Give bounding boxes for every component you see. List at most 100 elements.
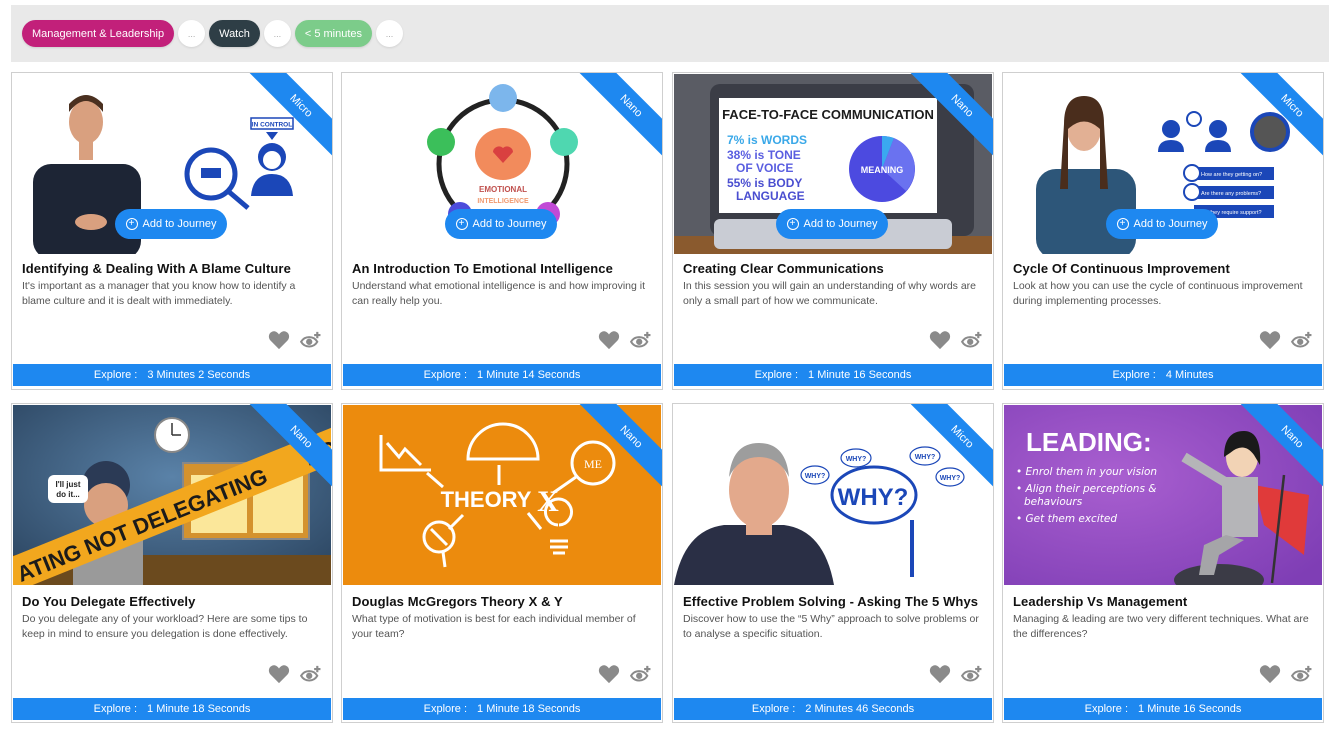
watch-later-eye-icon[interactable] xyxy=(630,665,652,683)
svg-text:WHY?: WHY? xyxy=(915,454,936,461)
svg-text:38% is TONE: 38% is TONE xyxy=(727,148,801,162)
explore-label: Explore : xyxy=(751,703,796,715)
svg-text:• Get them excited: • Get them excited xyxy=(1016,513,1117,525)
filter-more-button[interactable]: ... xyxy=(263,20,291,47)
filter-chip-duration[interactable]: < 5 minutes xyxy=(294,20,373,47)
heart-icon[interactable] xyxy=(598,330,620,350)
course-card[interactable]: LEADING: • Enrol them in your vision • Al… xyxy=(1002,403,1324,723)
watch-later-eye-icon[interactable] xyxy=(300,331,322,349)
add-to-journey-button[interactable]: + Add to Journey xyxy=(1106,209,1218,239)
course-duration: 1 Minute 14 Seconds xyxy=(477,369,581,381)
course-card[interactable]: IN CONTROL Micro + Add to Journey Identi… xyxy=(11,72,333,390)
filter-more-button[interactable]: ... xyxy=(376,20,404,47)
svg-text:behaviours: behaviours xyxy=(1024,496,1083,508)
add-to-journey-button[interactable]: + Add to Journey xyxy=(445,209,557,239)
card-actions xyxy=(598,664,652,684)
add-to-journey-label: Add to Journey xyxy=(142,218,217,230)
heart-icon[interactable] xyxy=(268,330,290,350)
add-to-journey-button[interactable]: + Add to Journey xyxy=(776,209,888,239)
explore-label: Explore : xyxy=(754,369,799,381)
heart-icon[interactable] xyxy=(929,664,951,684)
explore-label: Explore : xyxy=(423,369,468,381)
explore-label: Explore : xyxy=(93,369,138,381)
course-duration: 1 Minute 18 Seconds xyxy=(477,703,581,715)
svg-text:X: X xyxy=(537,485,559,518)
course-card[interactable]: WHY? WHY? WHY? WHY? WHY? Micro Effective… xyxy=(672,403,994,723)
plus-circle-icon: + xyxy=(455,218,468,230)
svg-text:WHY?: WHY? xyxy=(940,475,961,482)
card-actions xyxy=(1259,664,1313,684)
filter-more-button[interactable]: ... xyxy=(178,20,206,47)
course-card[interactable]: EMOTIONAL INTELLIGENCE Nano + Add to Jou… xyxy=(341,72,663,390)
plus-circle-icon: + xyxy=(125,218,138,230)
watch-later-eye-icon[interactable] xyxy=(1291,665,1313,683)
plus-circle-icon: + xyxy=(1116,218,1129,230)
course-duration: 1 Minute 16 Seconds xyxy=(1138,703,1242,715)
svg-text:INTELLIGENCE: INTELLIGENCE xyxy=(477,198,529,205)
svg-text:do it...: do it... xyxy=(56,490,80,499)
explore-button[interactable]: Explore : 1 Minute 18 Seconds xyxy=(343,698,661,720)
svg-text:FACE-TO-FACE COMMUNICATION: FACE-TO-FACE COMMUNICATION xyxy=(722,107,934,122)
svg-text:LEADING:: LEADING: xyxy=(1026,427,1152,457)
explore-button[interactable]: Explore : 2 Minutes 46 Seconds xyxy=(674,698,992,720)
svg-text:EMOTIONAL: EMOTIONAL xyxy=(479,185,527,194)
course-duration: 1 Minute 18 Seconds xyxy=(147,703,251,715)
course-title[interactable]: An Introduction To Emotional Intelligenc… xyxy=(352,261,613,276)
course-title[interactable]: Identifying & Dealing With A Blame Cultu… xyxy=(22,261,291,276)
course-title[interactable]: Effective Problem Solving - Asking The 5… xyxy=(683,594,978,609)
course-description: Managing & leading are two very differen… xyxy=(1013,613,1309,640)
explore-button[interactable]: Explore : 1 Minute 16 Seconds xyxy=(674,364,992,386)
course-description: In this session you will gain an underst… xyxy=(683,280,976,307)
svg-text:WHY?: WHY? xyxy=(838,484,909,511)
explore-label: Explore : xyxy=(423,703,468,715)
watch-later-eye-icon[interactable] xyxy=(630,331,652,349)
svg-text:• Align their perceptions &: • Align their perceptions & xyxy=(1016,483,1156,495)
course-title[interactable]: Cycle Of Continuous Improvement xyxy=(1013,261,1230,276)
heart-icon[interactable] xyxy=(929,330,951,350)
card-actions xyxy=(268,330,322,350)
heart-icon[interactable] xyxy=(1259,664,1281,684)
card-actions xyxy=(598,330,652,350)
heart-icon[interactable] xyxy=(268,664,290,684)
svg-text:Are there any problems?: Are there any problems? xyxy=(1201,191,1261,197)
course-title[interactable]: Do You Delegate Effectively xyxy=(22,594,195,609)
explore-button[interactable]: Explore : 1 Minute 18 Seconds xyxy=(13,698,331,720)
svg-text:IN CONTROL: IN CONTROL xyxy=(252,122,292,129)
course-description: Do you delegate any of your workload? He… xyxy=(22,613,308,640)
explore-button[interactable]: Explore : 4 Minutes xyxy=(1004,364,1322,386)
heart-icon[interactable] xyxy=(1259,330,1281,350)
explore-label: Explore : xyxy=(1112,369,1156,381)
course-description: It's important as a manager that you kno… xyxy=(22,280,296,307)
svg-text:WHY?: WHY? xyxy=(846,456,867,463)
course-title[interactable]: Douglas McGregors Theory X & Y xyxy=(352,594,563,609)
course-title[interactable]: Creating Clear Communications xyxy=(683,261,884,276)
svg-text:I'll just: I'll just xyxy=(55,480,80,489)
add-to-journey-label: Add to Journey xyxy=(1133,218,1208,230)
course-card[interactable]: How are they getting on? Are there any p… xyxy=(1002,72,1324,390)
watch-later-eye-icon[interactable] xyxy=(961,665,983,683)
course-duration: 1 Minute 16 Seconds xyxy=(808,369,912,381)
course-card[interactable]: I'll just do it... NOT DELEGATING NO ATI… xyxy=(11,403,333,723)
filter-chip-category[interactable]: Management & Leadership xyxy=(22,20,175,47)
filter-bar: Management & Leadership ... Watch ... < … xyxy=(11,5,1329,62)
explore-button[interactable]: Explore : 1 Minute 14 Seconds xyxy=(343,364,661,386)
card-actions xyxy=(268,664,322,684)
svg-text:ME: ME xyxy=(584,457,602,471)
card-actions xyxy=(929,664,983,684)
card-actions xyxy=(1259,330,1313,350)
svg-text:7% is WORDS: 7% is WORDS xyxy=(727,133,807,147)
course-card[interactable]: FACE-TO-FACE COMMUNICATION 7% is WORDS 3… xyxy=(672,72,994,390)
explore-button[interactable]: Explore : 1 Minute 16 Seconds xyxy=(1004,698,1322,720)
watch-later-eye-icon[interactable] xyxy=(1291,331,1313,349)
watch-later-eye-icon[interactable] xyxy=(961,331,983,349)
filter-chip-format[interactable]: Watch xyxy=(209,20,260,47)
explore-button[interactable]: Explore : 3 Minutes 2 Seconds xyxy=(13,364,331,386)
heart-icon[interactable] xyxy=(598,664,620,684)
course-description: Discover how to use the “5 Why” approach… xyxy=(683,613,979,640)
watch-later-eye-icon[interactable] xyxy=(300,665,322,683)
course-duration: 2 Minutes 46 Seconds xyxy=(805,703,915,715)
course-title[interactable]: Leadership Vs Management xyxy=(1013,594,1187,609)
add-to-journey-button[interactable]: + Add to Journey xyxy=(115,209,227,239)
svg-text:THEORY: THEORY xyxy=(441,487,532,512)
course-card[interactable]: THEORY X ME Nano Douglas McGregors Theor… xyxy=(341,403,663,723)
